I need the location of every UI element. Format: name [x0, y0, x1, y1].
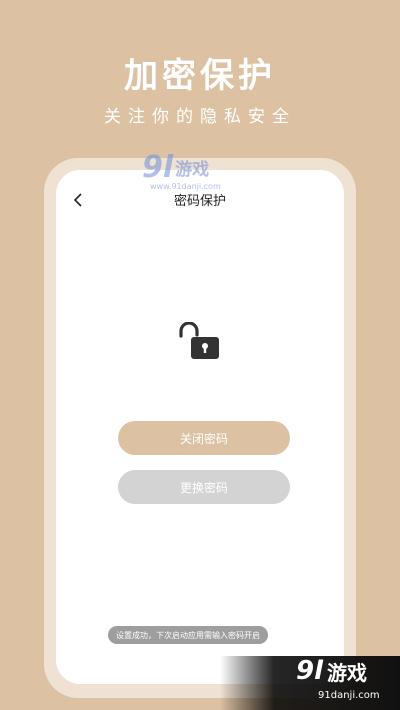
hero-subtitle: 关注你的隐私安全 [104, 107, 296, 127]
page-title: 密码保护 [173, 194, 226, 209]
phone-screen: 密码保护 关闭密码 更换密码 设置成功，下次启动应用需输入密码开启 [56, 170, 344, 684]
close-password-button[interactable]: 关闭密码 [118, 421, 290, 455]
watermark-bottom-text: 游戏 [327, 660, 368, 685]
unlocked-padlock-icon [179, 322, 219, 359]
watermark-text: 游戏 [175, 160, 210, 180]
watermark-number: 9l [142, 150, 174, 185]
watermark-bottom-logo: 9l 游戏 [296, 656, 367, 686]
change-password-button[interactable]: 更换密码 [118, 470, 290, 504]
watermark-bottom-url: 91danji.com [318, 690, 380, 701]
hero-title: 加密保护 [124, 56, 276, 96]
watermark-url: www.91danji.com [150, 182, 221, 191]
watermark-bottom-number: 9l [296, 656, 324, 686]
toast-message: 设置成功，下次启动应用需输入密码开启 [108, 626, 268, 644]
watermark-logo: 9l 游戏 [142, 150, 209, 185]
